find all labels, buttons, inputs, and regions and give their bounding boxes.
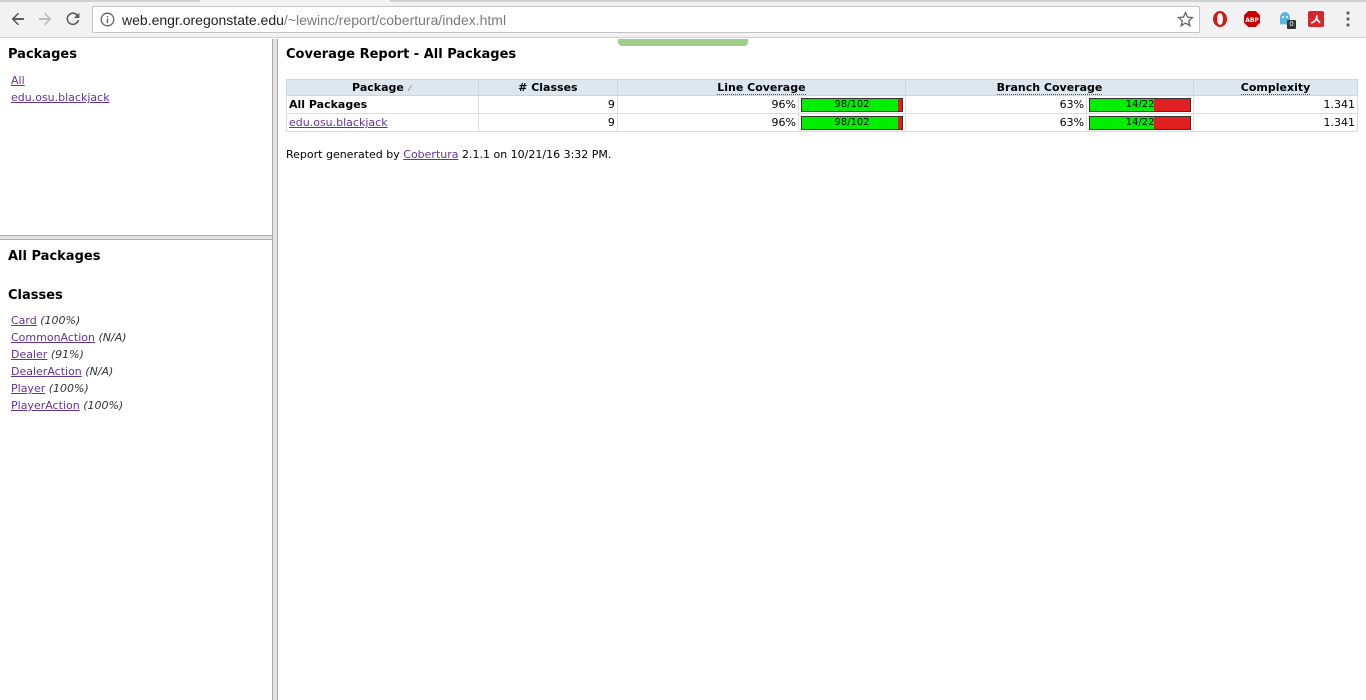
browser-toolbar: web.engr.oregonstate.edu/~lewinc/report/…	[0, 0, 1366, 38]
reload-button[interactable]	[62, 8, 84, 30]
class-count-cell: 9	[477, 113, 618, 132]
list-item: Player (100%)	[11, 380, 127, 397]
column-header-complexity[interactable]: Complexity	[1193, 79, 1358, 96]
address-bar[interactable]: web.engr.oregonstate.edu/~lewinc/report/…	[92, 6, 1200, 33]
page-title: Coverage Report - All Packages	[286, 47, 517, 62]
branch-coverage-pct: 63%	[904, 113, 1088, 132]
class-coverage: (100%)	[83, 399, 124, 412]
line-coverage-bar-cell: 98/102	[797, 113, 906, 132]
forward-arrow-icon	[39, 12, 52, 26]
branch-coverage-bar: 14/22	[1089, 97, 1192, 112]
complexity-cell: 1.341	[1193, 113, 1358, 132]
list-item: PlayerAction (100%)	[11, 397, 127, 414]
info-icon[interactable]	[100, 12, 115, 27]
coverage-bar-label: 14/22	[1125, 116, 1155, 128]
footer-prefix: Report generated by	[286, 148, 400, 161]
coverage-bar-label: 98/102	[834, 98, 870, 110]
url-text[interactable]: web.engr.oregonstate.edu/~lewinc/report/…	[122, 12, 506, 28]
branch-coverage-bar-cell: 14/22	[1086, 95, 1195, 114]
table-row: All Packages 9 96% 98/102 63% 14/22 1.34…	[286, 95, 1358, 114]
list-item: CommonAction (N/A)	[11, 329, 127, 346]
tab-strip	[0, 0, 1366, 2]
packages-heading: Packages	[8, 47, 77, 62]
coverage-table: Package ⁄ # Classes Line Coverage Branch …	[286, 79, 1358, 132]
back-button[interactable]	[7, 8, 29, 30]
selected-package-heading: All Packages	[8, 249, 101, 264]
line-coverage-pct: 96%	[616, 95, 799, 114]
coverage-bar-label: 14/22	[1125, 98, 1155, 110]
report-footer: Report generated by Cobertura 2.1.1 on 1…	[286, 148, 611, 161]
class-coverage: (100%)	[48, 382, 89, 395]
column-header-label: Branch Coverage	[996, 81, 1103, 95]
coverage-bar-label: 98/102	[834, 116, 870, 128]
branch-coverage-bar: 14/22	[1089, 115, 1192, 130]
adblock-label: ABP	[1245, 17, 1259, 24]
browser-menu-icon[interactable]	[1342, 10, 1354, 28]
branch-coverage-bar-cell: 14/22	[1086, 113, 1195, 132]
column-header-label: Line Coverage	[717, 81, 806, 95]
list-item: DealerAction (N/A)	[11, 363, 127, 380]
classes-heading: Classes	[8, 288, 63, 303]
class-link-playeraction[interactable]: PlayerAction	[11, 399, 80, 412]
package-link-edu-osu-blackjack[interactable]: edu.osu.blackjack	[289, 116, 388, 129]
adblock-plus-icon[interactable]: ABP	[1243, 10, 1261, 28]
column-header-classes[interactable]: # Classes	[477, 79, 618, 96]
opera-extension-icon[interactable]	[1211, 10, 1229, 28]
class-link-card[interactable]: Card	[11, 314, 37, 327]
report-frame: Coverage Report - All Packages Package ⁄ …	[278, 39, 1366, 700]
packages-list: All edu.osu.blackjack	[11, 72, 110, 106]
footer-suffix: 2.1.1 on 10/21/16 3:32 PM.	[462, 148, 612, 161]
url-host: web.engr.oregonstate.edu	[122, 12, 284, 28]
class-link-commonaction[interactable]: CommonAction	[11, 331, 95, 344]
forward-button[interactable]	[34, 8, 56, 30]
complexity-cell: 1.341	[1193, 95, 1358, 114]
table-header-row: Package ⁄ # Classes Line Coverage Branch …	[286, 79, 1358, 96]
classes-list: Card (100%) CommonAction (N/A) Dealer (9…	[11, 312, 127, 414]
packages-frame: Packages All edu.osu.blackjack	[0, 39, 272, 235]
table-row: edu.osu.blackjack 9 96% 98/102 63% 14/22…	[286, 113, 1358, 132]
line-coverage-bar: 98/102	[800, 97, 903, 112]
url-path: /~lewinc/report/cobertura/index.html	[283, 12, 507, 28]
red-extension-icon[interactable]	[1307, 10, 1325, 28]
back-arrow-icon	[11, 12, 24, 26]
sort-icon: ⁄	[409, 84, 411, 93]
extension-badge: 0	[1287, 20, 1296, 29]
column-header-label: # Classes	[518, 81, 578, 94]
classes-frame: All Packages Classes Card (100%) CommonA…	[0, 240, 272, 700]
line-coverage-bar-cell: 98/102	[797, 95, 906, 114]
package-link-all[interactable]: All	[11, 74, 25, 87]
class-link-dealer[interactable]: Dealer	[11, 348, 47, 361]
cobertura-link[interactable]: Cobertura	[403, 148, 458, 161]
line-coverage-pct: 96%	[616, 113, 799, 132]
green-tab-strip	[618, 39, 748, 46]
branch-coverage-pct: 63%	[904, 95, 1088, 114]
reload-icon	[66, 12, 80, 26]
class-link-player[interactable]: Player	[11, 382, 45, 395]
ghost-extension-icon[interactable]: 0	[1276, 10, 1296, 29]
column-header-label: Package	[352, 81, 404, 94]
column-header-line-coverage[interactable]: Line Coverage	[616, 79, 906, 96]
line-coverage-bar: 98/102	[800, 115, 903, 130]
package-name-cell: edu.osu.blackjack	[286, 113, 479, 132]
column-header-package[interactable]: Package ⁄	[286, 79, 479, 96]
package-link-edu-osu-blackjack[interactable]: edu.osu.blackjack	[11, 91, 110, 104]
class-coverage: (100%)	[40, 314, 81, 327]
class-link-dealeraction[interactable]: DealerAction	[11, 365, 82, 378]
list-item: Dealer (91%)	[11, 346, 127, 363]
column-header-branch-coverage[interactable]: Branch Coverage	[904, 79, 1195, 96]
class-coverage: (91%)	[50, 348, 84, 361]
column-header-label: Complexity	[1240, 81, 1311, 95]
class-coverage: (N/A)	[85, 365, 114, 378]
class-count-cell: 9	[477, 95, 618, 114]
class-coverage: (N/A)	[98, 331, 127, 344]
bookmark-star-icon[interactable]	[1177, 11, 1194, 28]
list-item: Card (100%)	[11, 312, 127, 329]
package-name-cell: All Packages	[286, 95, 479, 114]
